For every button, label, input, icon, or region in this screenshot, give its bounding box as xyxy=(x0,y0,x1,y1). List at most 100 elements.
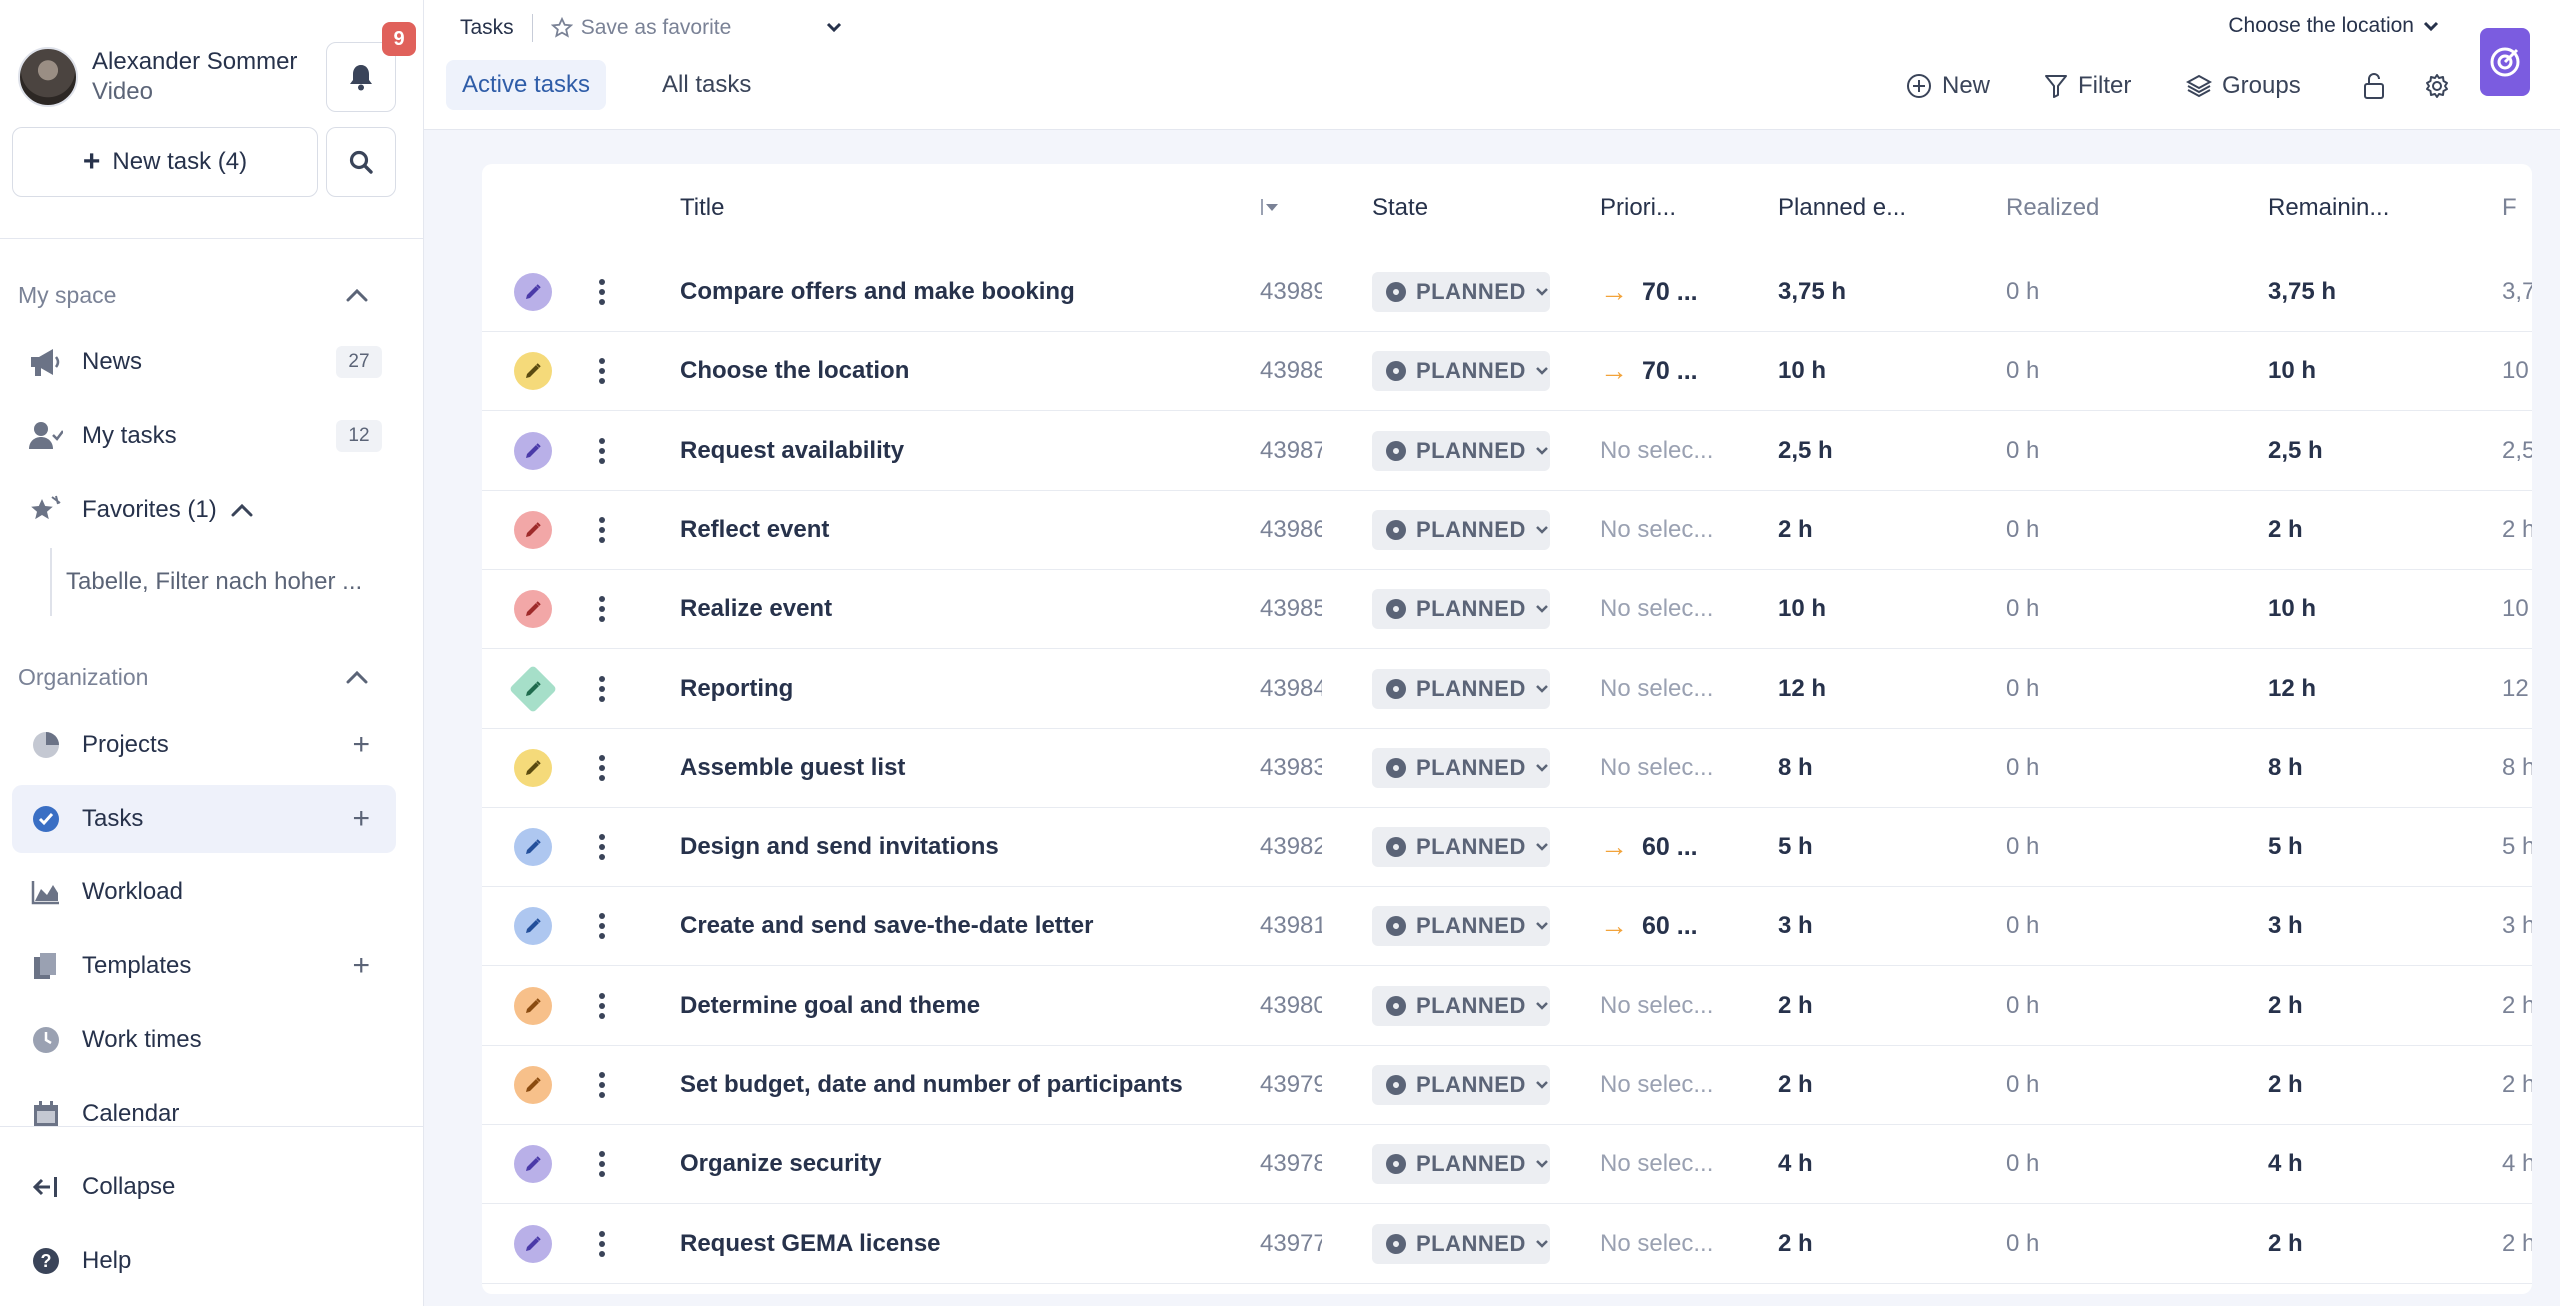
priority-cell[interactable]: → 70 ... xyxy=(1600,332,1726,410)
more-vertical-icon[interactable] xyxy=(592,1070,612,1100)
state-select[interactable]: PLANNED xyxy=(1372,887,1550,965)
table-row[interactable]: Assemble guest list 43983 PLANNED No selec.… xyxy=(482,729,2532,808)
pencil-icon[interactable] xyxy=(514,1145,552,1184)
user-profile[interactable]: Alexander Sommer Video xyxy=(18,44,297,110)
more-vertical-icon[interactable] xyxy=(592,515,612,545)
favorite-entry[interactable]: Tabelle, Filter nach hoher ... xyxy=(50,548,390,616)
more-vertical-icon[interactable] xyxy=(592,674,612,704)
pencil-icon[interactable] xyxy=(514,1066,552,1104)
column-header-remaining[interactable]: Remainin... xyxy=(2268,194,2389,222)
search-button[interactable] xyxy=(326,127,396,197)
priority-cell[interactable]: No selec... xyxy=(1600,1205,1726,1283)
column-header-planned[interactable]: Planned e... xyxy=(1778,194,1906,222)
pencil-icon[interactable] xyxy=(514,1224,552,1263)
more-vertical-icon[interactable] xyxy=(592,1229,612,1259)
more-vertical-icon[interactable] xyxy=(592,436,612,466)
task-title[interactable]: Set budget, date and number of participa… xyxy=(680,1046,1220,1124)
pencil-icon[interactable] xyxy=(514,907,552,946)
pencil-icon[interactable] xyxy=(514,828,552,867)
add-template-icon[interactable]: + xyxy=(352,949,370,983)
table-row[interactable]: Realize event 43985 PLANNED No selec... 10 h… xyxy=(482,570,2532,650)
add-task-icon[interactable]: + xyxy=(352,802,370,836)
state-select[interactable]: PLANNED xyxy=(1372,570,1550,648)
column-header-extra[interactable]: F xyxy=(2502,194,2517,222)
more-vertical-icon[interactable] xyxy=(592,991,612,1021)
task-title[interactable]: Create and send save-the-date letter xyxy=(680,887,1220,965)
state-select[interactable]: PLANNED xyxy=(1372,412,1550,490)
new-task-button[interactable]: + New task (4) xyxy=(12,127,318,197)
breadcrumb-tasks[interactable]: Tasks xyxy=(460,16,514,40)
table-row[interactable]: Organize security 43978 PLANNED No selec...… xyxy=(482,1125,2532,1205)
priority-cell[interactable]: No selec... xyxy=(1600,570,1726,648)
priority-cell[interactable]: No selec... xyxy=(1600,1046,1726,1124)
more-vertical-icon[interactable] xyxy=(592,1149,612,1179)
priority-cell[interactable]: No selec... xyxy=(1600,412,1726,490)
app-logo[interactable] xyxy=(2480,28,2530,96)
more-vertical-icon[interactable] xyxy=(592,594,612,624)
new-button[interactable]: New xyxy=(1906,66,1990,106)
task-title[interactable]: Request availability xyxy=(680,412,1220,490)
chevron-down-icon[interactable] xyxy=(824,14,844,42)
more-vertical-icon[interactable] xyxy=(592,277,612,307)
table-row[interactable]: Design and send invitations 43982 PLANNED →… xyxy=(482,808,2532,888)
priority-cell[interactable]: No selec... xyxy=(1600,491,1726,569)
state-select[interactable]: PLANNED xyxy=(1372,1125,1550,1203)
sort-icon[interactable] xyxy=(1260,196,1280,224)
chevron-up-icon[interactable] xyxy=(340,660,374,694)
state-select[interactable]: PLANNED xyxy=(1372,1046,1550,1124)
more-vertical-icon[interactable] xyxy=(592,356,612,386)
table-row[interactable]: Choose the location 43988 PLANNED → 70 ... 10… xyxy=(482,332,2532,412)
task-title[interactable]: Request GEMA license xyxy=(680,1205,1220,1283)
table-row[interactable]: Request availability 43987 PLANNED No selec… xyxy=(482,412,2532,491)
state-select[interactable]: PLANNED xyxy=(1372,808,1550,886)
collapse-button[interactable]: Collapse xyxy=(12,1153,396,1221)
task-title[interactable]: Compare offers and make booking xyxy=(680,253,1220,331)
state-select[interactable]: PLANNED xyxy=(1372,967,1550,1045)
state-select[interactable]: PLANNED xyxy=(1372,1205,1550,1283)
pencil-icon[interactable] xyxy=(508,664,558,713)
save-favorite-button[interactable]: Save as favorite xyxy=(550,16,731,40)
task-title[interactable]: Realize event xyxy=(680,570,1220,648)
priority-cell[interactable]: → 70 ... xyxy=(1600,253,1726,331)
chevron-up-icon[interactable] xyxy=(231,503,253,517)
sidebar-item-tasks[interactable]: Tasks + xyxy=(12,785,396,853)
priority-cell[interactable]: No selec... xyxy=(1600,729,1726,807)
sidebar-item-my-tasks[interactable]: My tasks 12 xyxy=(12,402,396,470)
pencil-icon[interactable] xyxy=(514,986,552,1025)
pencil-icon[interactable] xyxy=(514,431,552,470)
chevron-up-icon[interactable] xyxy=(340,278,374,312)
state-select[interactable]: PLANNED xyxy=(1372,729,1550,807)
priority-cell[interactable]: No selec... xyxy=(1600,650,1726,728)
task-title[interactable]: Determine goal and theme xyxy=(680,967,1220,1045)
settings-button[interactable] xyxy=(2424,66,2460,106)
state-select[interactable]: PLANNED xyxy=(1372,650,1550,728)
sidebar-item-workload[interactable]: Workload xyxy=(12,858,396,926)
table-row[interactable]: Request GEMA license 43977 PLANNED No selec… xyxy=(482,1205,2532,1284)
column-header-realized[interactable]: Realized xyxy=(2006,194,2099,222)
tab-active-tasks[interactable]: Active tasks xyxy=(446,60,607,110)
priority-cell[interactable]: No selec... xyxy=(1600,1125,1726,1203)
more-vertical-icon[interactable] xyxy=(592,911,612,941)
table-row[interactable]: Set budget, date and number of participa… xyxy=(482,1046,2532,1125)
more-vertical-icon[interactable] xyxy=(592,832,612,862)
filter-button[interactable]: Filter xyxy=(2044,66,2131,106)
groups-button[interactable]: Groups xyxy=(2186,66,2301,106)
table-row[interactable]: Determine goal and theme 43980 PLANNED No s… xyxy=(482,967,2532,1046)
table-row[interactable]: Reporting 43984 PLANNED No selec... 12 h 0 h 1… xyxy=(482,650,2532,729)
help-button[interactable]: ? Help xyxy=(12,1227,396,1295)
sidebar-item-news[interactable]: News 27 xyxy=(12,328,396,396)
state-select[interactable]: PLANNED xyxy=(1372,491,1550,569)
column-header-priority[interactable]: Priori... xyxy=(1600,194,1676,222)
add-project-icon[interactable]: + xyxy=(352,728,370,762)
table-row[interactable]: Reflect event 43986 PLANNED No selec... 2 h 0… xyxy=(482,491,2532,570)
priority-cell[interactable]: → 60 ... xyxy=(1600,887,1726,965)
column-header-title[interactable]: Title xyxy=(680,194,724,222)
column-header-state[interactable]: State xyxy=(1372,194,1428,222)
state-select[interactable]: PLANNED xyxy=(1372,332,1550,410)
table-row[interactable]: Compare offers and make booking 43989 PLAN… xyxy=(482,253,2532,332)
sidebar-item-templates[interactable]: Templates + xyxy=(12,932,396,1000)
priority-cell[interactable]: No selec... xyxy=(1600,967,1726,1045)
task-title[interactable]: Assemble guest list xyxy=(680,729,1220,807)
pencil-icon[interactable] xyxy=(514,510,552,549)
sidebar-item-calendar[interactable]: Calendar xyxy=(12,1080,396,1148)
